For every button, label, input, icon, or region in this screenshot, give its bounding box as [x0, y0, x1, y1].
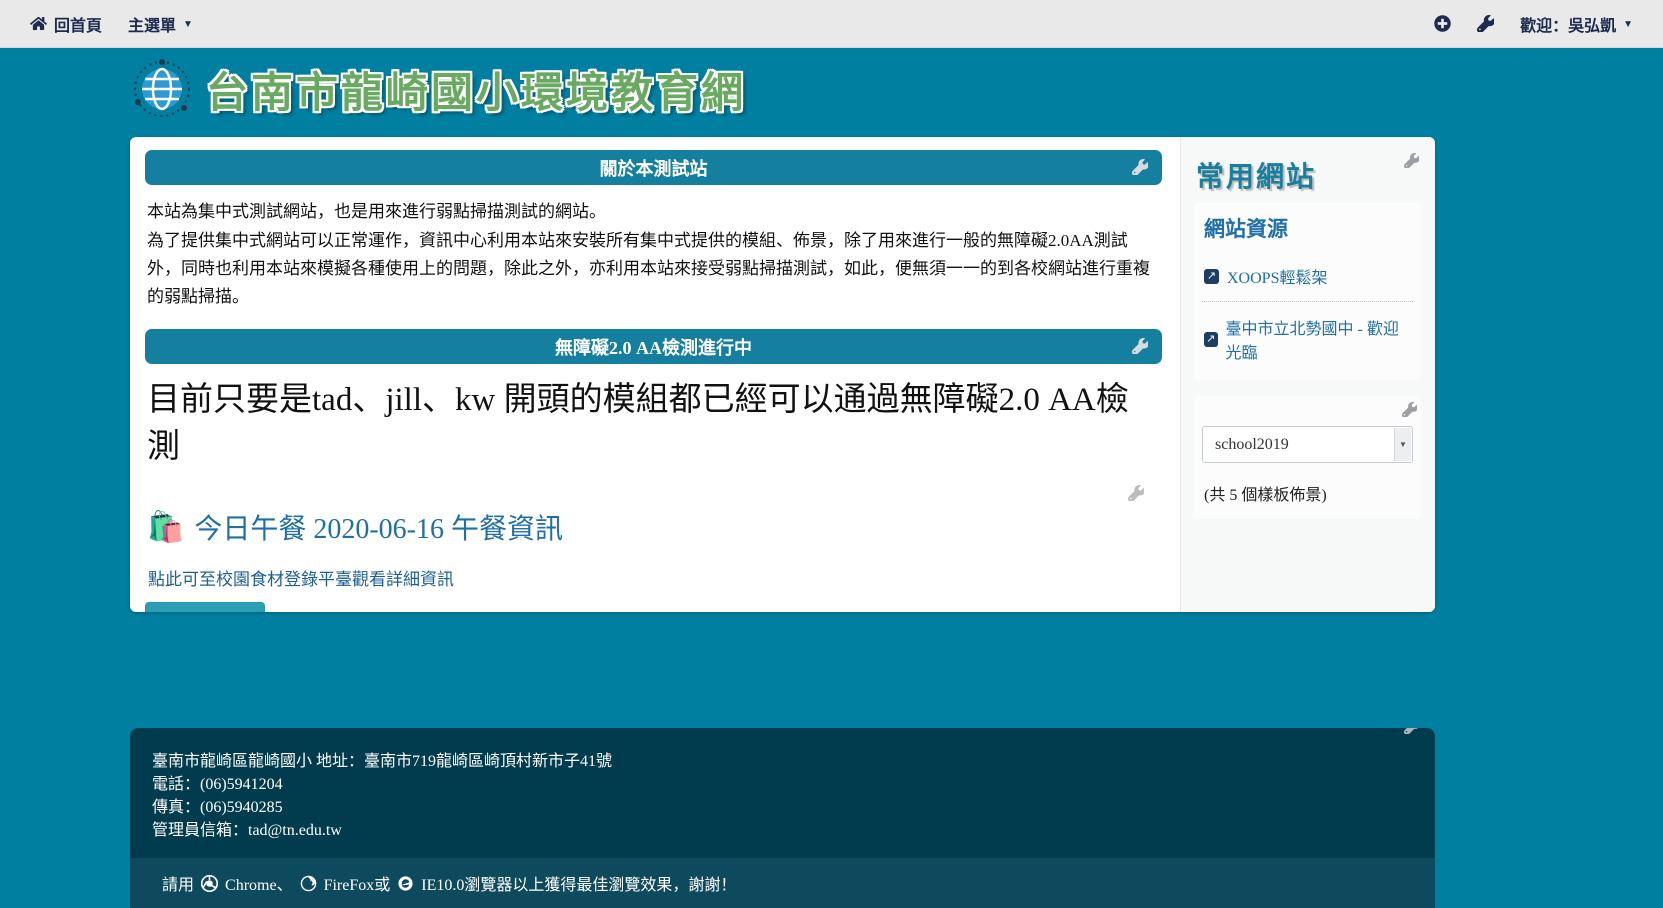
a11y-statement: 目前只要是tad、jill、kw 開頭的模組都已經可以通過無障礙2.0 AA檢測 — [147, 377, 1160, 471]
external-link-icon: ↗ — [1204, 332, 1218, 347]
ie-icon — [397, 875, 414, 892]
wrench-icon[interactable] — [1404, 153, 1419, 168]
theme-selector-panel: school2019 ▼ (共 5 個樣板佈景) — [1194, 396, 1421, 519]
browser-notice-prefix: 請用 — [162, 871, 194, 895]
lunch-title-label: 今日午餐 2020-06-16 午餐資訊 — [194, 507, 563, 547]
a11y-block-title: 無障礙2.0 AA檢測進行中 — [145, 334, 1162, 360]
wrench-icon[interactable] — [1128, 485, 1144, 501]
user-menu[interactable]: 歡迎：吳弘凱 ▼ — [1520, 12, 1633, 36]
theme-select-value: school2019 — [1215, 436, 1289, 454]
sidebar-link-xoops[interactable]: ↗ XOOPS輕鬆架 — [1202, 257, 1413, 295]
footer-tools — [1404, 728, 1419, 734]
browser-firefox-label: FireFox或 — [324, 871, 391, 895]
browser-chrome-label: Chrome、 — [225, 871, 293, 895]
lunch-block-tools — [145, 485, 1162, 501]
browser-ie-label: IE10.0瀏覽器以上獲得最佳瀏覽效果，謝謝！ — [421, 871, 736, 895]
select-dropdown-arrow-icon: ▼ — [1394, 428, 1411, 461]
theme-count-note: (共 5 個樣板佈景) — [1202, 481, 1413, 505]
content-container: 關於本測試站 本站為集中式測試網站，也是用來進行弱點掃描測試的網站。 為了提供集… — [130, 137, 1435, 612]
footer-admin-email: 管理員信箱：tad@tn.edu.tw — [152, 819, 1435, 842]
lunch-title-link[interactable]: 🛍️ 今日午餐 2020-06-16 午餐資訊 — [147, 507, 1162, 547]
caret-down-icon: ▼ — [1623, 19, 1633, 30]
main-column: 關於本測試站 本站為集中式測試網站，也是用來進行弱點掃描測試的網站。 為了提供集… — [130, 137, 1180, 612]
wrench-icon — [1477, 15, 1494, 32]
lunch-detail-link[interactable]: 點此可至校園食材登錄平臺觀看詳細資訊 — [148, 565, 454, 590]
theme-select[interactable]: school2019 ▼ — [1202, 426, 1413, 463]
footer-contact-info: 臺南市龍崎區龍崎國小 地址：臺南市719龍崎區崎頂村新市子41號 電話：(06)… — [130, 728, 1435, 842]
about-paragraph-2: 為了提供集中式網站可以正常運作，資訊中心利用本站來安裝所有集中式提供的模組、佈景… — [147, 227, 1158, 311]
nav-main-menu[interactable]: 主選單 ▼ — [128, 12, 193, 36]
about-block-header: 關於本測試站 — [145, 150, 1162, 185]
wrench-icon[interactable] — [1404, 728, 1419, 734]
about-block-title: 關於本測試站 — [145, 155, 1162, 181]
page-title: 台南市龍崎國小環境教育網 — [206, 59, 746, 120]
sidebar-link-label: XOOPS輕鬆架 — [1227, 264, 1327, 288]
footer-phone: 電話：(06)5941204 — [152, 773, 1435, 796]
footer-fax: 傳真：(06)5940285 — [152, 796, 1435, 819]
sidebar-link-beishi[interactable]: ↗ 臺中市立北勢國中 - 歡迎光臨 — [1202, 308, 1413, 370]
wrench-icon[interactable] — [1132, 338, 1148, 354]
footer-address: 臺南市龍崎區龍崎國小 地址：臺南市719龍崎區崎頂村新市子41號 — [152, 750, 1435, 773]
wrench-icon[interactable] — [1402, 402, 1417, 417]
chrome-icon — [201, 875, 218, 892]
sidebar-block-title: 常用網站 — [1194, 147, 1421, 199]
about-text: 本站為集中式測試網站，也是用來進行弱點掃描測試的網站。 為了提供集中式網站可以正… — [147, 198, 1158, 311]
dotted-divider — [1202, 301, 1413, 302]
user-welcome-label: 歡迎：吳弘凱 — [1520, 12, 1616, 36]
top-navbar: 回首頁 主選單 ▼ 歡迎：吳弘凱 ▼ — [0, 0, 1663, 48]
links-section-title: 網站資源 — [1204, 213, 1413, 243]
footer: 臺南市龍崎區龍崎國小 地址：臺南市719龍崎區崎頂村新市子41號 電話：(06)… — [130, 728, 1435, 908]
firefox-icon — [300, 875, 317, 892]
external-link-icon: ↗ — [1204, 269, 1219, 284]
sidebar: 常用網站 網站資源 ↗ XOOPS輕鬆架 ↗ 臺中市立北勢國中 - 歡迎光臨 s… — [1180, 137, 1435, 612]
nav-home-label: 回首頁 — [54, 12, 102, 36]
a11y-block-header: 無障礙2.0 AA檢測進行中 — [145, 329, 1162, 364]
about-paragraph-1: 本站為集中式測試網站，也是用來進行弱點掃描測試的網站。 — [147, 198, 1158, 226]
home-icon — [30, 16, 47, 31]
site-links-panel: 網站資源 ↗ XOOPS輕鬆架 ↗ 臺中市立北勢國中 - 歡迎光臨 — [1194, 203, 1421, 380]
shopping-bag-icon: 🛍️ — [147, 510, 184, 545]
admin-tools-button[interactable] — [1477, 15, 1494, 32]
wrench-icon[interactable] — [1132, 159, 1148, 175]
site-brand[interactable]: 台南市龍崎國小環境教育網 — [132, 58, 746, 120]
refresh-data-button[interactable]: 重新擷取資料 — [145, 602, 265, 612]
nav-home[interactable]: 回首頁 — [30, 12, 102, 36]
footer-browser-notice-bar: 請用 Chrome、 FireFox或 IE10.0瀏覽器以上獲得最佳瀏覽效果，… — [130, 858, 1435, 908]
caret-down-icon: ▼ — [183, 19, 193, 30]
nav-main-menu-label: 主選單 — [128, 12, 176, 36]
globe-logo-icon — [132, 58, 192, 120]
sidebar-link-label: 臺中市立北勢國中 - 歡迎光臨 — [1226, 315, 1411, 363]
sidebar-head: 常用網站 — [1194, 147, 1421, 199]
plus-circle-icon — [1434, 15, 1451, 32]
add-button[interactable] — [1434, 15, 1451, 32]
